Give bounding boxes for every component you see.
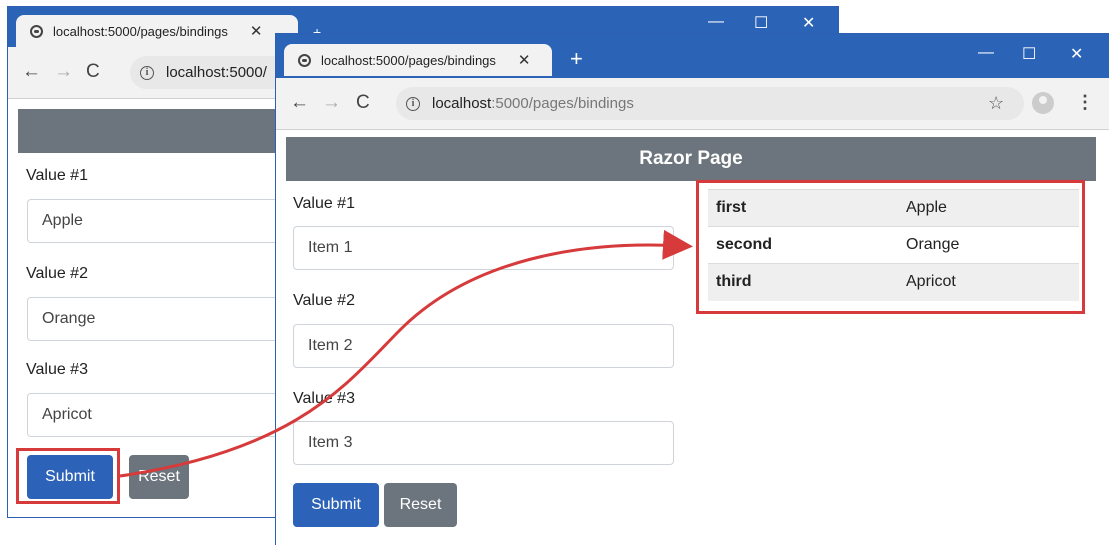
minimize-button[interactable]: —	[978, 44, 994, 62]
reset-button[interactable]: Reset	[129, 455, 189, 499]
close-tab-icon[interactable]: ✕	[250, 22, 263, 40]
info-icon[interactable]: i	[140, 65, 154, 80]
browser-toolbar: ← → C i localhost:5000/pages/bindings ☆ …	[276, 78, 1109, 130]
value-2-input[interactable]: Item 2	[293, 324, 674, 368]
close-tab-icon[interactable]: ✕	[518, 51, 531, 69]
reload-icon[interactable]: C	[86, 61, 100, 83]
value-2-label: Value #2	[293, 292, 355, 309]
info-icon[interactable]: i	[406, 96, 420, 111]
tab-title: localhost:5000/pages/bindings	[321, 52, 496, 68]
globe-icon	[298, 53, 311, 67]
value-1-label: Value #1	[293, 195, 355, 212]
submit-highlight-box	[16, 448, 120, 504]
title-bar: localhost:5000/pages/bindings ✕ + — ☐ ✕	[276, 34, 1109, 78]
reset-button[interactable]: Reset	[384, 483, 457, 527]
address-text: localhost:5000/pages/bindings	[432, 95, 634, 112]
tab-title: localhost:5000/pages/bindings	[53, 23, 228, 39]
close-window-button[interactable]: ✕	[1070, 44, 1083, 64]
globe-icon	[30, 24, 43, 38]
reload-icon[interactable]: C	[356, 92, 370, 114]
new-tab-button[interactable]: +	[570, 48, 583, 70]
browser-tab[interactable]: localhost:5000/pages/bindings ✕	[284, 44, 552, 76]
back-arrow-icon[interactable]: ←	[22, 61, 41, 83]
kebab-menu-icon[interactable]: ⋮	[1076, 92, 1094, 113]
star-icon[interactable]: ☆	[988, 93, 1004, 114]
value-2-label: Value #2	[26, 265, 88, 282]
back-arrow-icon[interactable]: ←	[290, 92, 309, 114]
submit-button[interactable]: Submit	[293, 483, 379, 527]
value-1-input[interactable]: Item 1	[293, 226, 674, 270]
profile-icon[interactable]	[1032, 92, 1054, 114]
maximize-button[interactable]: ☐	[1022, 44, 1036, 64]
value-3-input[interactable]: Item 3	[293, 421, 674, 465]
results-highlight-box	[696, 180, 1085, 314]
forward-arrow-icon[interactable]: →	[322, 92, 341, 114]
browser-tab[interactable]: localhost:5000/pages/bindings ✕	[16, 15, 298, 47]
forward-arrow-icon[interactable]: →	[54, 61, 73, 83]
address-text: localhost:5000/	[166, 64, 267, 81]
minimize-button[interactable]: —	[708, 13, 724, 31]
close-window-button[interactable]: ✕	[802, 13, 815, 33]
value-3-label: Value #3	[293, 390, 355, 407]
maximize-button[interactable]: ☐	[754, 13, 768, 33]
page-title: Razor Page	[286, 137, 1096, 181]
address-bar[interactable]: i localhost:5000/pages/bindings	[396, 87, 1024, 120]
value-1-label: Value #1	[26, 167, 88, 184]
value-3-label: Value #3	[26, 361, 88, 378]
